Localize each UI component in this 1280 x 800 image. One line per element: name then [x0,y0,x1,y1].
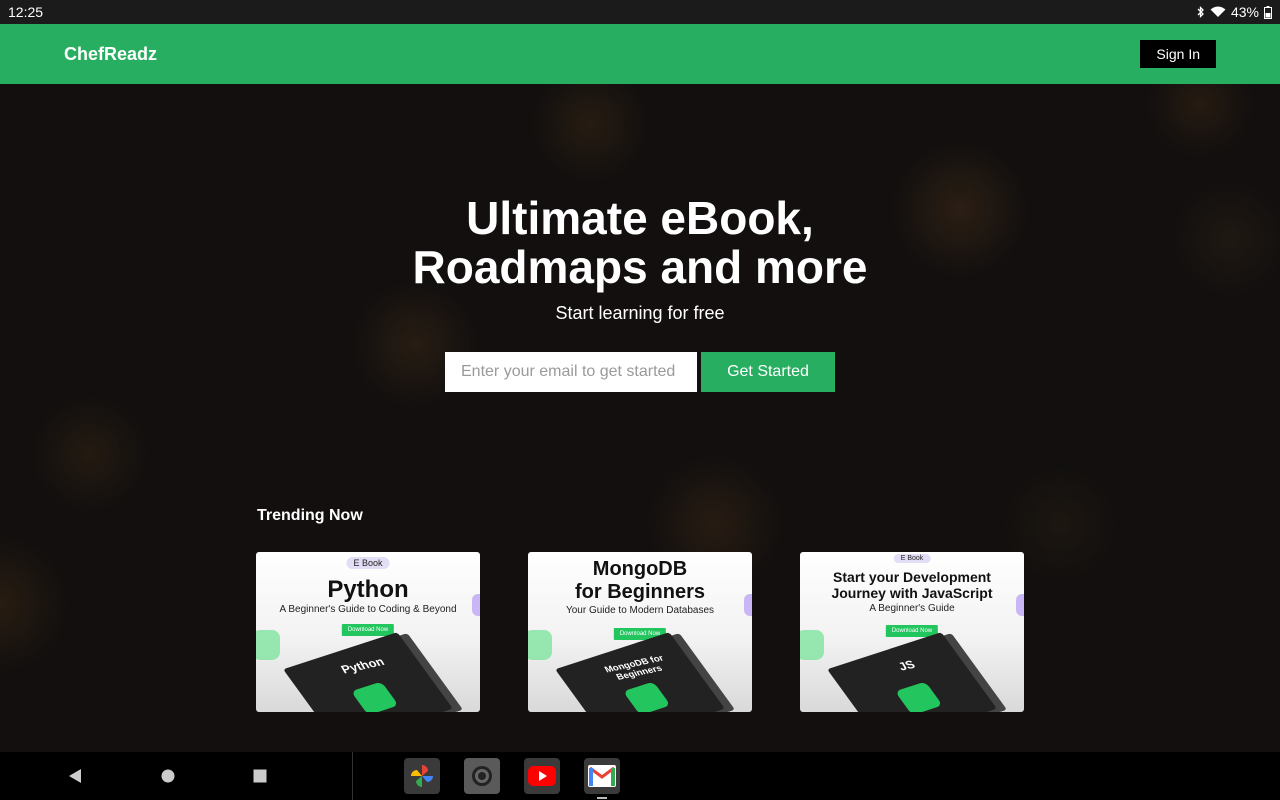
email-input[interactable] [445,352,697,392]
card-title: MongoDB for Beginners [528,558,752,604]
trending-list: E Book Python A Beginner's Guide to Codi… [256,552,1024,712]
card-title-line-1: MongoDB [592,558,688,580]
status-icons: 43% [1197,4,1272,20]
sign-in-button[interactable]: Sign In [1140,40,1216,68]
decorative-shape [744,594,752,616]
decorative-shape [256,630,280,660]
battery-icon [1264,5,1272,19]
card-title-line-2: for Beginners [574,581,706,603]
active-app-indicator [597,797,607,799]
card-title-line-1: Start your Development [833,569,991,585]
trending-card-python[interactable]: E Book Python A Beginner's Guide to Codi… [256,552,480,712]
camera-app-icon[interactable] [464,758,500,794]
photos-app-icon[interactable] [404,758,440,794]
get-started-button[interactable]: Get Started [701,352,835,392]
youtube-app-icon[interactable] [524,758,560,794]
nav-divider [352,752,353,800]
decorative-shape [800,630,824,660]
back-icon [69,769,81,783]
book-cover-title: MongoDB for Beginners [602,653,666,682]
recents-button[interactable] [236,752,284,800]
trending-card-mongodb[interactable]: MongoDB for Beginners Your Guide to Mode… [528,552,752,712]
trending-title: Trending Now [257,507,363,524]
site-logo[interactable]: ChefReadz [64,44,157,65]
app-header: ChefReadz Sign In [0,24,1280,84]
mongodb-logo-icon [622,681,671,712]
system-nav-bar [0,752,1280,800]
card-subtitle: A Beginner's Guide to Coding & Beyond [279,604,457,615]
headline-line-1: Ultimate eBook, [466,192,814,244]
wifi-icon [1210,6,1226,17]
card-title-line-2: Journey with JavaScript [831,585,993,601]
home-icon [161,769,175,783]
decorative-shape [472,594,480,616]
book-cover-image: Python [283,632,453,712]
book-cover-title: Python [338,654,387,677]
card-subtitle: Your Guide to Modern Databases [565,605,715,616]
hero-headline: Ultimate eBook, Roadmaps and more [0,194,1280,292]
book-cover-image: MongoDB for Beginners [555,632,725,712]
recents-icon [253,769,267,783]
decorative-shape [528,630,552,660]
trending-card-javascript[interactable]: E Book Start your Development Journey wi… [800,552,1024,712]
ebook-badge: E Book [346,557,390,569]
ebook-badge: E Book [893,554,931,563]
bluetooth-icon [1197,6,1204,18]
javascript-logo-icon [894,681,943,712]
book-cover-image: JS [827,632,997,712]
battery-percent: 43% [1230,4,1259,20]
gmail-app-icon[interactable] [584,758,620,794]
hero-subheadline: Start learning for free [555,303,725,323]
card-subtitle: A Beginner's Guide [869,603,955,614]
card-title: Start your Development Journey with Java… [800,569,1024,601]
python-logo-icon [350,681,399,712]
back-button[interactable] [51,752,99,800]
book-cover-title: JS [895,657,918,674]
hero-section: Ultimate eBook, Roadmaps and more Start … [0,84,1280,752]
status-time: 12:25 [8,4,44,20]
home-button[interactable] [144,752,192,800]
decorative-shape [1016,594,1024,616]
card-download-button[interactable]: Download Now [341,624,395,636]
card-title: Python [327,576,409,603]
headline-line-2: Roadmaps and more [412,241,868,293]
status-bar: 12:25 43% [0,0,1280,24]
